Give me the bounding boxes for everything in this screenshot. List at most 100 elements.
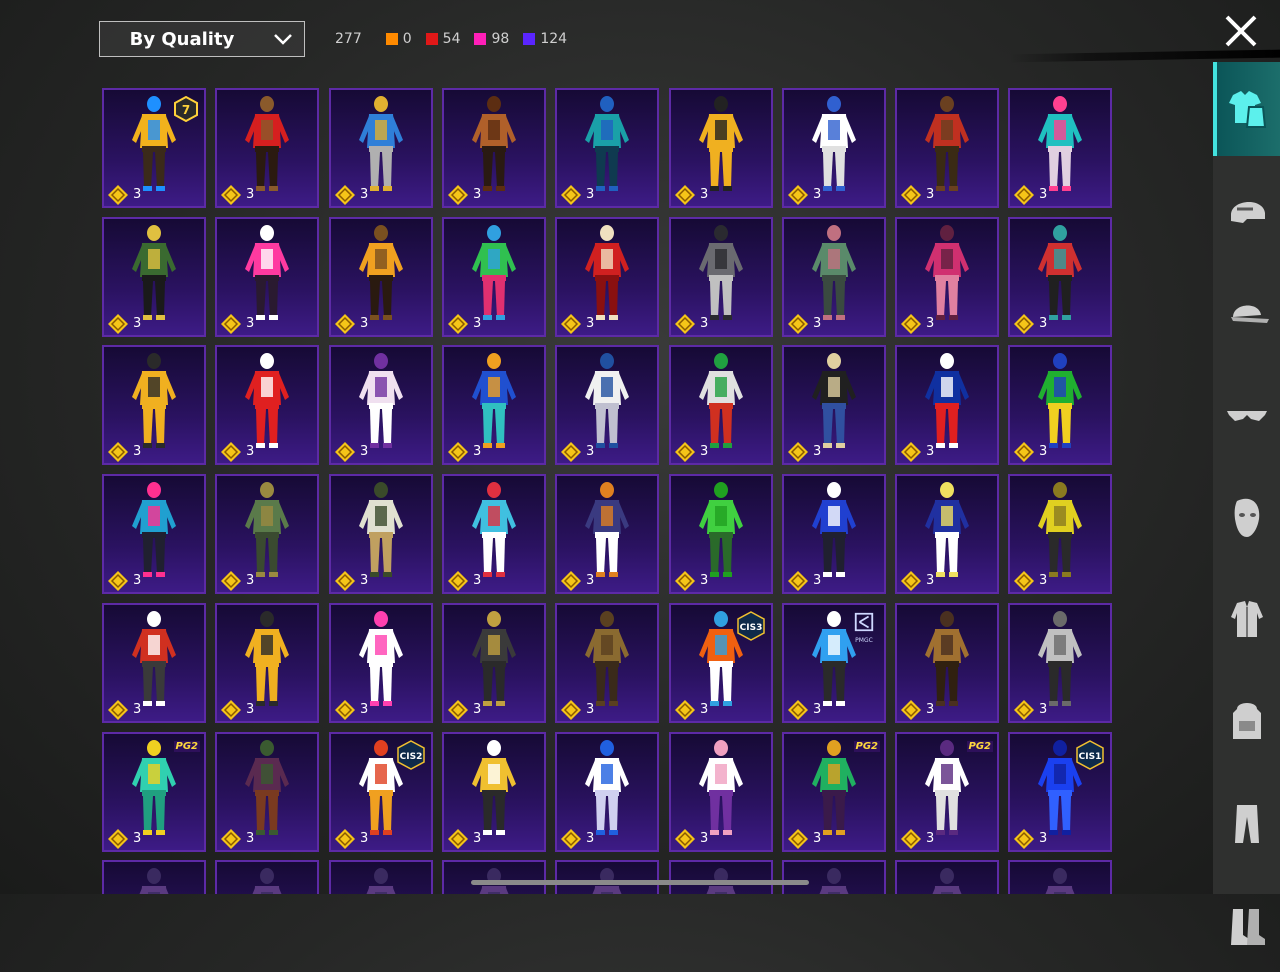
outfit-card[interactable]: 3 — [442, 88, 546, 208]
item-quantity: 3 — [813, 831, 822, 846]
outfit-card[interactable]: 3 — [215, 345, 319, 465]
outfit-grid: 3733333333333333333333333333333333333333… — [102, 88, 1114, 894]
outfit-card[interactable]: 3 — [1008, 474, 1112, 594]
outfit-card[interactable]: 3 — [895, 217, 999, 337]
item-quantity: 3 — [473, 187, 482, 202]
item-quantity: 3 — [360, 444, 369, 459]
outfit-card[interactable]: 3 PMGC — [782, 603, 886, 723]
svg-text:CIS3: CIS3 — [740, 623, 763, 633]
outfit-card[interactable]: 37 — [102, 88, 206, 208]
outfit-card[interactable]: 3 — [1008, 345, 1112, 465]
home-indicator — [471, 880, 809, 885]
outfit-figure — [252, 868, 282, 894]
outfit-card[interactable]: 3 — [102, 860, 206, 894]
outfit-card[interactable]: 3 — [895, 474, 999, 594]
outfit-card[interactable]: 3 CIS2 — [329, 732, 433, 852]
outfit-card[interactable]: 3 — [329, 217, 433, 337]
outfit-card[interactable]: 3 PG2 — [102, 732, 206, 852]
outfit-card[interactable]: 3 — [669, 474, 773, 594]
category-tab-outfit[interactable] — [1213, 62, 1280, 156]
outfit-card[interactable]: 3 — [102, 603, 206, 723]
outfit-card[interactable]: 3 — [329, 603, 433, 723]
category-tab-hat[interactable] — [1213, 266, 1280, 360]
outfit-card[interactable]: 3 — [329, 345, 433, 465]
outfit-card[interactable]: 3 CIS3 — [669, 603, 773, 723]
category-tab-mask[interactable] — [1213, 470, 1280, 564]
currency-icon — [108, 314, 128, 334]
outfit-card[interactable]: 3 — [555, 860, 659, 894]
outfit-card[interactable]: 3 — [442, 345, 546, 465]
top-bar: By Quality 277 0 54 98 124 — [0, 0, 1280, 80]
outfit-card[interactable]: 3 — [215, 603, 319, 723]
item-quantity: 3 — [133, 702, 142, 717]
pmgc-badge: PMGC — [849, 611, 879, 644]
outfit-card[interactable]: 3 — [669, 88, 773, 208]
currency-icon — [1014, 442, 1034, 462]
currency-icon — [675, 829, 695, 849]
outfit-card[interactable]: 3 — [102, 217, 206, 337]
outfit-card[interactable]: 3 — [555, 345, 659, 465]
outfit-card[interactable]: 3 — [1008, 860, 1112, 894]
outfit-card[interactable]: 3 — [555, 603, 659, 723]
outfit-card[interactable]: 3 — [442, 474, 546, 594]
outfit-card[interactable]: 3 — [442, 732, 546, 852]
outfit-card[interactable]: 3 — [555, 88, 659, 208]
outfit-card[interactable]: 3 — [895, 603, 999, 723]
outfit-card[interactable]: 3 — [555, 732, 659, 852]
currency-icon — [901, 185, 921, 205]
outfit-card[interactable]: 3 — [669, 860, 773, 894]
outfit-card[interactable]: 3 — [895, 88, 999, 208]
category-tab-sunglasses[interactable] — [1213, 368, 1280, 462]
outfit-card[interactable]: 3 — [669, 732, 773, 852]
outfit-card[interactable]: 3 — [782, 345, 886, 465]
outfit-card[interactable]: 3 — [329, 474, 433, 594]
outfit-card[interactable]: 3 — [669, 345, 773, 465]
outfit-card[interactable]: 3 CIS1 — [1008, 732, 1112, 852]
outfit-card[interactable]: 3 — [782, 88, 886, 208]
outfit-card[interactable]: 3 — [1008, 88, 1112, 208]
outfit-card[interactable]: 3 — [895, 345, 999, 465]
outfit-card[interactable]: 3 — [782, 860, 886, 894]
outfit-card[interactable]: 3 — [442, 217, 546, 337]
item-quantity: 3 — [246, 187, 255, 202]
outfit-card[interactable]: 3 — [102, 474, 206, 594]
category-tab-backpack[interactable] — [1213, 674, 1280, 768]
outfit-card[interactable]: 3 — [1008, 217, 1112, 337]
currency-icon — [675, 185, 695, 205]
outfit-card[interactable]: 3 — [442, 860, 546, 894]
outfit-card[interactable]: 3 — [329, 88, 433, 208]
outfit-card[interactable]: 3 — [215, 88, 319, 208]
item-quantity: 3 — [246, 444, 255, 459]
outfit-card[interactable]: 3 — [215, 860, 319, 894]
outfit-card[interactable]: 3 — [215, 474, 319, 594]
outfit-card[interactable]: 3 PG2 — [895, 732, 999, 852]
outfit-card[interactable]: 3 — [782, 474, 886, 594]
outfit-card[interactable]: 3 — [215, 732, 319, 852]
outfit-card[interactable]: 3 — [215, 217, 319, 337]
outfit-card[interactable]: 3 — [782, 217, 886, 337]
outfit-card[interactable]: 3 — [555, 474, 659, 594]
outfit-figure — [592, 868, 622, 894]
outfit-card[interactable]: 3 — [102, 345, 206, 465]
category-tab-pants[interactable] — [1213, 776, 1280, 870]
category-tab-helmet[interactable] — [1213, 164, 1280, 258]
outfit-card[interactable]: 3 — [442, 603, 546, 723]
tier-count-purple: 124 — [523, 31, 567, 47]
category-tab-boots[interactable] — [1213, 878, 1280, 972]
currency-icon — [1014, 700, 1034, 720]
currency-icon — [108, 442, 128, 462]
outfit-card[interactable]: 3 — [895, 860, 999, 894]
close-icon[interactable] — [1222, 12, 1260, 50]
outfit-card[interactable]: 3 — [329, 860, 433, 894]
item-quantity: 3 — [246, 702, 255, 717]
outfit-card[interactable]: 3 — [555, 217, 659, 337]
outfit-card[interactable]: 3 — [1008, 603, 1112, 723]
outfit-card[interactable]: 3 — [669, 217, 773, 337]
sort-dropdown[interactable]: By Quality — [99, 21, 305, 57]
outfit-card[interactable]: 3 PG2 — [782, 732, 886, 852]
tier-swatch — [385, 33, 398, 45]
currency-icon — [561, 700, 581, 720]
category-tab-jacket[interactable] — [1213, 572, 1280, 666]
decorative-streak — [1010, 49, 1280, 63]
tier-swatch — [523, 33, 536, 45]
